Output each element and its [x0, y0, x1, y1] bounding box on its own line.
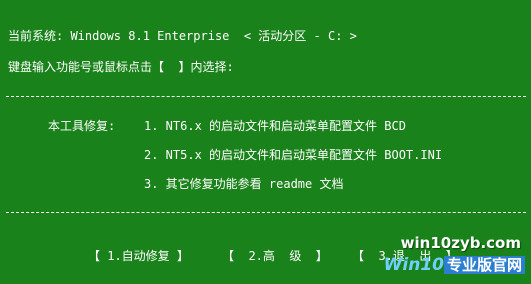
- watermark-brand-cn: 专业版官网: [443, 256, 525, 274]
- system-info-line: 当前系统: Windows 8.1 Enterprise < 活动分区 - C:…: [8, 29, 357, 43]
- watermark-brand-en: Win10: [383, 255, 444, 275]
- auto-repair-button[interactable]: 【 1.自动修复 】: [88, 248, 189, 264]
- watermark-site: win10zyb.com: [400, 234, 521, 252]
- menu-option-bootini[interactable]: 2. NT5.x 的启动文件和启动菜单配置文件 BOOT.INI: [144, 147, 442, 163]
- input-prompt-line: 键盘输入功能号或鼠标点击【 】内选择:: [8, 60, 234, 74]
- divider-bottom: [6, 212, 526, 213]
- divider-top: [6, 96, 526, 97]
- repair-screen: 当前系统: Windows 8.1 Enterprise < 活动分区 - C:…: [0, 0, 531, 284]
- repair-label: 本工具修复:: [48, 119, 116, 133]
- menu-option-bcd[interactable]: 1. NT6.x 的启动文件和启动菜单配置文件 BCD: [144, 118, 406, 134]
- watermark-brand: Win10 专业版官网: [384, 254, 525, 275]
- menu-option-readme[interactable]: 3. 其它修复功能参看 readme 文档: [144, 176, 343, 192]
- advanced-button[interactable]: 【 2.高 级 】: [222, 248, 328, 264]
